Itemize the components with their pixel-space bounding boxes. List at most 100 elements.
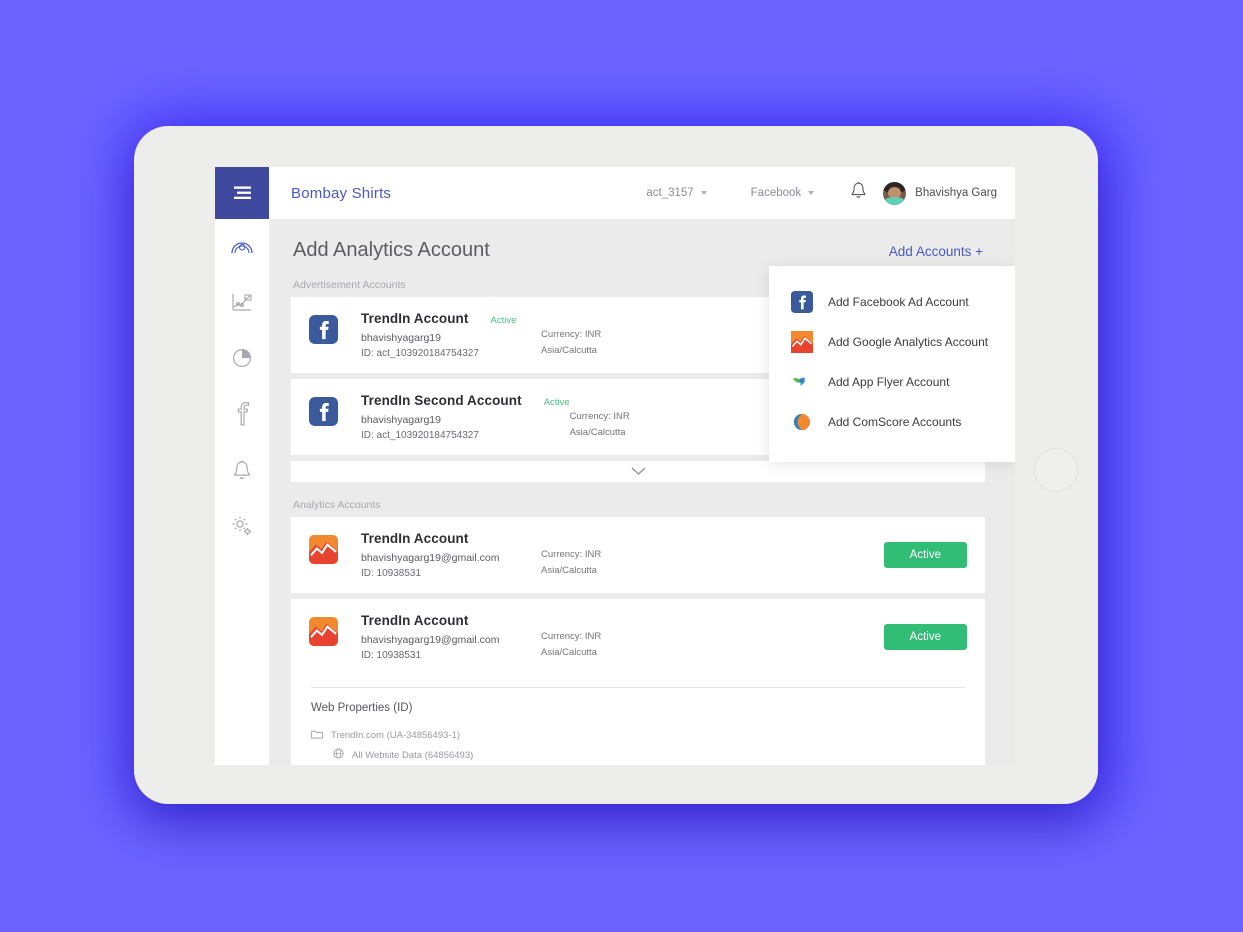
web-property-row[interactable]: TrendIn.com (UA-34856493-1): [311, 726, 965, 745]
avatar: [883, 181, 907, 205]
analytics-account-card[interactable]: TrendIn Account bhavishyagarg19@gmail.co…: [291, 517, 985, 593]
sidebar-item-facebook[interactable]: [227, 401, 257, 431]
card-main: TrendIn Account bhavishyagarg19@gmail.co…: [341, 613, 884, 661]
account-username: bhavishyagarg19: [361, 332, 441, 344]
card-icon-wrap: [309, 535, 341, 569]
facebook-icon: [309, 397, 338, 430]
workspace: Add Analytics Account Add Accounts + Adv…: [215, 219, 1015, 765]
top-bar-right-group: act_3157 Facebook Bhavishya Garg: [624, 167, 1015, 219]
tablet-home-button[interactable]: [1034, 448, 1078, 492]
bell-icon: [232, 459, 252, 486]
platform-select-label: Facebook: [750, 187, 802, 199]
web-property-label: TrendIn.com (UA-34856493-1): [331, 730, 461, 741]
account-name: TrendIn Account: [361, 613, 469, 628]
sidebar-item-reports[interactable]: [227, 345, 257, 375]
platform-select[interactable]: Facebook: [729, 187, 837, 199]
page-header: Add Analytics Account Add Accounts +: [291, 235, 985, 262]
account-id: ID: act_103920184754327: [361, 348, 479, 359]
web-property-view-label: All Website Data (64856493): [352, 749, 474, 761]
menu-item-add-google-analytics-account[interactable]: Add Google Analytics Account: [769, 322, 1015, 362]
brand-title: Bombay Shirts: [291, 184, 392, 202]
sidebar-item-analytics[interactable]: [227, 289, 257, 319]
tablet-device-frame: Bombay Shirts act_3157 Facebook Bhavishy…: [134, 126, 1098, 804]
card-identity: TrendIn Account Active bhavishyagarg19 I…: [361, 311, 541, 359]
account-currency: Currency: INR: [541, 631, 602, 642]
account-username: bhavishyagarg19@gmail.com: [361, 552, 500, 564]
top-bar: Bombay Shirts act_3157 Facebook Bhavishy…: [215, 167, 1015, 219]
card-meta: Currency: INR Asia/Calcutta: [541, 531, 701, 579]
web-property-view-row[interactable]: All Website Data (64856493): [311, 745, 965, 765]
status-active-button[interactable]: Active: [883, 542, 967, 568]
menu-item-label: Add App Flyer Account: [828, 375, 950, 389]
web-properties-block: Web Properties (ID) TrendIn.com (UA-3485…: [291, 675, 985, 765]
hamburger-menu-button[interactable]: [215, 167, 269, 219]
status-badge: Active: [490, 315, 517, 326]
user-name-label: Bhavishya Garg: [915, 187, 997, 199]
menu-item-label: Add Google Analytics Account: [828, 335, 989, 349]
account-name-row: TrendIn Account: [361, 531, 541, 546]
card-meta: Currency: INR Asia/Calcutta: [570, 393, 730, 441]
google-analytics-icon: [309, 535, 338, 568]
account-name-row: TrendIn Second Account Active: [361, 393, 570, 408]
account-currency: Currency: INR: [541, 549, 602, 560]
main-content: Add Analytics Account Add Accounts + Adv…: [269, 219, 1015, 765]
add-accounts-dropdown: Add Facebook Ad Account Add Google Analy…: [769, 266, 1015, 462]
line-chart-icon: [231, 291, 253, 318]
status-badge: Active: [543, 397, 570, 408]
notifications-button[interactable]: [836, 181, 883, 205]
account-id: ID: 10938531: [361, 568, 422, 579]
analytics-account-card[interactable]: TrendIn Account bhavishyagarg19@gmail.co…: [291, 599, 985, 675]
menu-item-add-facebook-ad-account[interactable]: Add Facebook Ad Account: [769, 282, 1015, 322]
account-name: TrendIn Account: [361, 531, 469, 546]
card-icon-wrap: [309, 397, 341, 431]
app-window: Bombay Shirts act_3157 Facebook Bhavishy…: [215, 167, 1015, 765]
menu-item-add-app-flyer-account[interactable]: Add App Flyer Account: [769, 362, 1015, 402]
account-id: ID: 10938531: [361, 650, 422, 661]
sidebar-nav: [215, 219, 269, 765]
bell-icon: [850, 181, 867, 205]
account-timezone: Asia/Calcutta: [541, 647, 597, 658]
user-profile-button[interactable]: Bhavishya Garg: [883, 181, 997, 205]
folder-icon: [311, 729, 323, 742]
card-identity: TrendIn Second Account Active bhavishyag…: [361, 393, 570, 441]
account-id: ID: act_103920184754327: [361, 430, 479, 441]
card-meta: Currency: INR Asia/Calcutta: [541, 613, 701, 661]
account-name-row: TrendIn Account Active: [361, 311, 541, 326]
card-main: TrendIn Account bhavishyagarg19@gmail.co…: [341, 531, 884, 579]
card-identity: TrendIn Account bhavishyagarg19@gmail.co…: [361, 531, 541, 579]
chevron-down-icon: [631, 463, 646, 481]
account-currency: Currency: INR: [569, 411, 630, 422]
globe-icon: [333, 748, 344, 762]
account-timezone: Asia/Calcutta: [541, 345, 597, 356]
account-select[interactable]: act_3157: [624, 187, 728, 199]
comscore-icon: [791, 411, 813, 433]
account-select-label: act_3157: [646, 187, 694, 199]
add-accounts-button[interactable]: Add Accounts +: [889, 244, 983, 259]
sidebar-item-notifications[interactable]: [227, 457, 257, 487]
account-username: bhavishyagarg19@gmail.com: [361, 634, 500, 646]
card-icon-wrap: [309, 315, 341, 349]
menu-item-add-comscore-accounts[interactable]: Add ComScore Accounts: [769, 402, 1015, 442]
sidebar-item-settings[interactable]: [227, 513, 257, 543]
status-active-button[interactable]: Active: [883, 624, 967, 650]
chevron-down-icon: [808, 191, 815, 195]
account-timezone: Asia/Calcutta: [541, 565, 597, 576]
pie-chart-icon: [231, 347, 253, 374]
settings-gears-icon: [230, 514, 254, 543]
menu-item-label: Add Facebook Ad Account: [828, 295, 969, 309]
account-username: bhavishyagarg19: [361, 414, 441, 426]
account-name: TrendIn Second Account: [361, 393, 522, 408]
facebook-icon: [232, 401, 252, 431]
account-currency: Currency: INR: [541, 329, 602, 340]
analytics-accounts-label: Analytics Accounts: [293, 499, 381, 511]
speedometer-icon: [230, 235, 254, 262]
facebook-icon: [309, 315, 338, 348]
menu-item-label: Add ComScore Accounts: [828, 415, 962, 429]
sidebar-item-dashboard[interactable]: [227, 233, 257, 263]
card-meta: Currency: INR Asia/Calcutta: [541, 311, 701, 359]
hamburger-icon: [233, 186, 251, 200]
expand-ad-accounts-button[interactable]: [291, 461, 985, 482]
card-identity: TrendIn Account bhavishyagarg19@gmail.co…: [361, 613, 541, 661]
google-analytics-icon: [791, 331, 813, 353]
account-timezone: Asia/Calcutta: [569, 427, 626, 438]
